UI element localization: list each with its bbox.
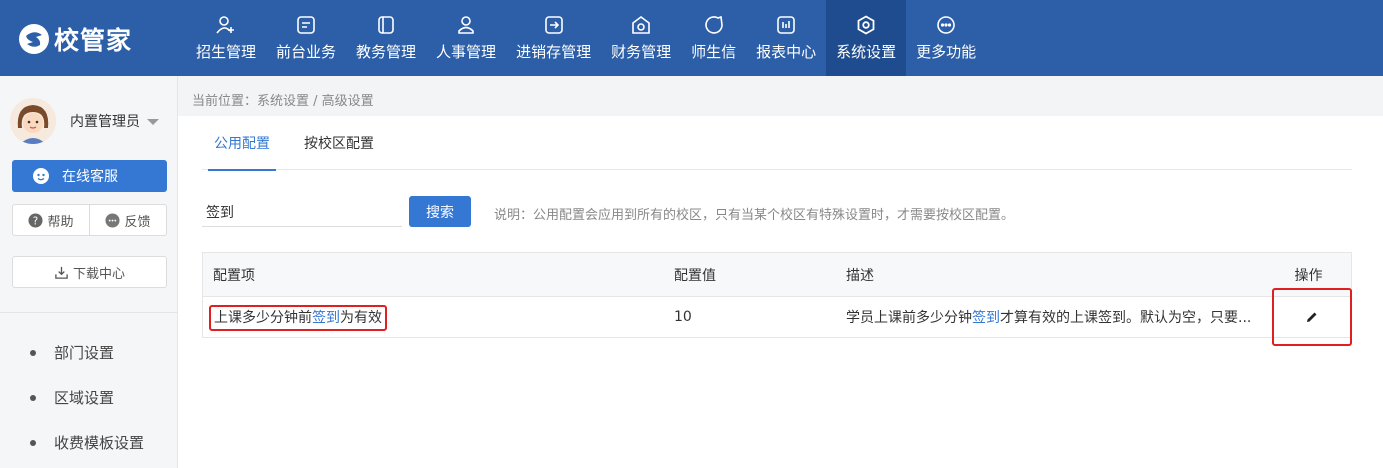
breadcrumb: 当前位置：系统设置 / 高级设置 [192,94,374,109]
nav-label: 财务管理 [611,42,672,61]
desk-icon [297,15,315,34]
nav-item-academic[interactable]: 教务管理 [346,0,426,76]
nav-item-front-desk[interactable]: 前台业务 [266,0,346,76]
desc-text-suffix: 才算有效的上课签到。默认为空，只要... [1000,310,1252,326]
table-row: 上课多少分钟前签到为有效 10 学员上课前多少分钟签到才算有效的上课签到。默认为… [203,288,1352,346]
nav-item-more[interactable]: 更多功能 [906,0,986,76]
desc-text-highlight: 签到 [972,310,1000,326]
download-center-button[interactable]: 下载中心 [12,256,167,288]
bullet-icon [30,349,36,356]
book-icon [378,15,394,34]
config-note: 说明：公用配置会应用到所有的校区，只有当某个校区有特殊设置时，才需要按校区配置。 [494,208,1015,223]
inventory-icon [544,15,563,34]
item-text-prefix: 上课多少分钟前 [214,310,312,326]
nav-label: 教务管理 [356,42,417,61]
online-service-label: 在线客服 [62,169,118,185]
feedback-icon [105,212,121,228]
nav-item-system-settings[interactable]: 系统设置 [826,0,907,76]
config-tabs: 公用配置 按校区配置 [202,116,1352,171]
more-icon [937,15,955,34]
logo-icon [19,24,49,54]
header-description: 描述 [846,267,874,284]
nav-label: 系统设置 [836,42,897,61]
sidebar-item-department[interactable]: 部门设置 [30,330,144,375]
online-service-button[interactable]: 在线客服 [12,160,167,192]
help-feedback-row: ? 帮助 反馈 [12,204,167,236]
table-header: 配置项 配置值 描述 操作 [203,253,1351,297]
avatar-icon [10,98,56,144]
nav-item-messages[interactable]: 师生信 [681,0,746,76]
nav-label: 报表中心 [756,42,817,61]
pencil-icon [1307,312,1317,322]
header-config-item: 配置项 [213,267,255,284]
chat-icon [704,15,723,34]
bullet-icon [30,394,36,401]
chevron-down-icon [147,119,159,125]
sidebar-menu: 部门设置 区域设置 收费模板设置 [30,330,144,465]
cell-description: 学员上课前多少分钟签到才算有效的上课签到。默认为空，只要... [846,307,1266,327]
sidebar: 内置管理员 在线客服 ? 帮助 反馈 下载中心 部门设置 区域设置 收费模板设置 [0,76,178,468]
logo-text: 校管家 [54,26,133,55]
header-actions: 操作 [1294,267,1323,284]
nav-label: 更多功能 [916,42,977,61]
sidebar-item-region[interactable]: 区域设置 [30,375,144,420]
cell-config-item: 上课多少分钟前签到为有效 [203,305,674,331]
nav-item-hr[interactable]: 人事管理 [426,0,506,76]
user-plus-icon [216,15,234,34]
sidebar-item-label: 部门设置 [54,344,115,362]
item-text-highlight: 签到 [312,310,340,326]
sidebar-item-label: 收费模板设置 [54,434,145,452]
search-button[interactable]: 搜索 [409,196,471,227]
app-logo[interactable]: 校管家 [18,22,132,56]
nav-label: 前台业务 [276,42,337,61]
sidebar-item-label: 区域设置 [54,389,115,407]
header-config-value: 配置值 [674,267,716,284]
nav-item-reports[interactable]: 报表中心 [746,0,826,76]
nav-label: 招生管理 [196,42,257,61]
help-button[interactable]: ? 帮助 [13,205,89,235]
bullet-icon [30,439,36,446]
service-icon [33,168,49,184]
search-input[interactable] [202,197,402,227]
user-menu[interactable]: 内置管理员 [10,98,159,144]
sidebar-item-fee-template[interactable]: 收费模板设置 [30,420,144,465]
sidebar-divider [0,312,178,313]
nav-item-finance[interactable]: 财务管理 [601,0,681,76]
download-icon [55,266,68,279]
main-panel: 公用配置 按校区配置 搜索 说明：公用配置会应用到所有的校区，只有当某个校区有特… [178,116,1383,468]
person-icon [458,15,474,34]
download-center-label: 下载中心 [72,266,125,282]
tab-public-config[interactable]: 公用配置 [202,116,282,171]
feedback-button[interactable]: 反馈 [89,205,166,235]
nav-label: 人事管理 [436,42,497,61]
highlight-box: 上课多少分钟前签到为有效 [209,305,387,331]
finance-icon [632,15,650,34]
report-icon [777,15,795,34]
desc-text-prefix: 学员上课前多少分钟 [846,310,972,326]
item-text-suffix: 为有效 [340,310,382,326]
svg-text:?: ? [33,215,38,227]
main-nav: 招生管理 前台业务 教务管理 人事管理 进销存管理 财务管理 师生信 报表中心 [186,0,986,76]
nav-item-enrollment[interactable]: 招生管理 [186,0,266,76]
tab-campus-config[interactable]: 按校区配置 [292,116,386,170]
config-table: 配置项 配置值 描述 操作 上课多少分钟前签到为有效 10 学员上课前多少分钟签… [202,252,1352,346]
help-label: 帮助 [47,214,74,230]
gear-icon [857,14,875,35]
nav-item-inventory[interactable]: 进销存管理 [506,0,601,76]
user-name: 内置管理员 [70,114,140,130]
cell-actions [1266,288,1352,346]
help-icon: ? [28,212,44,228]
top-bar: 校管家 招生管理 前台业务 教务管理 人事管理 进销存管理 财务管理 师生信 报… [0,0,1383,76]
cell-config-value: 10 [674,309,692,325]
nav-label: 进销存管理 [516,42,592,61]
feedback-label: 反馈 [124,214,151,230]
avatar [10,98,56,144]
nav-label: 师生信 [691,42,737,61]
edit-button[interactable] [1272,288,1352,346]
